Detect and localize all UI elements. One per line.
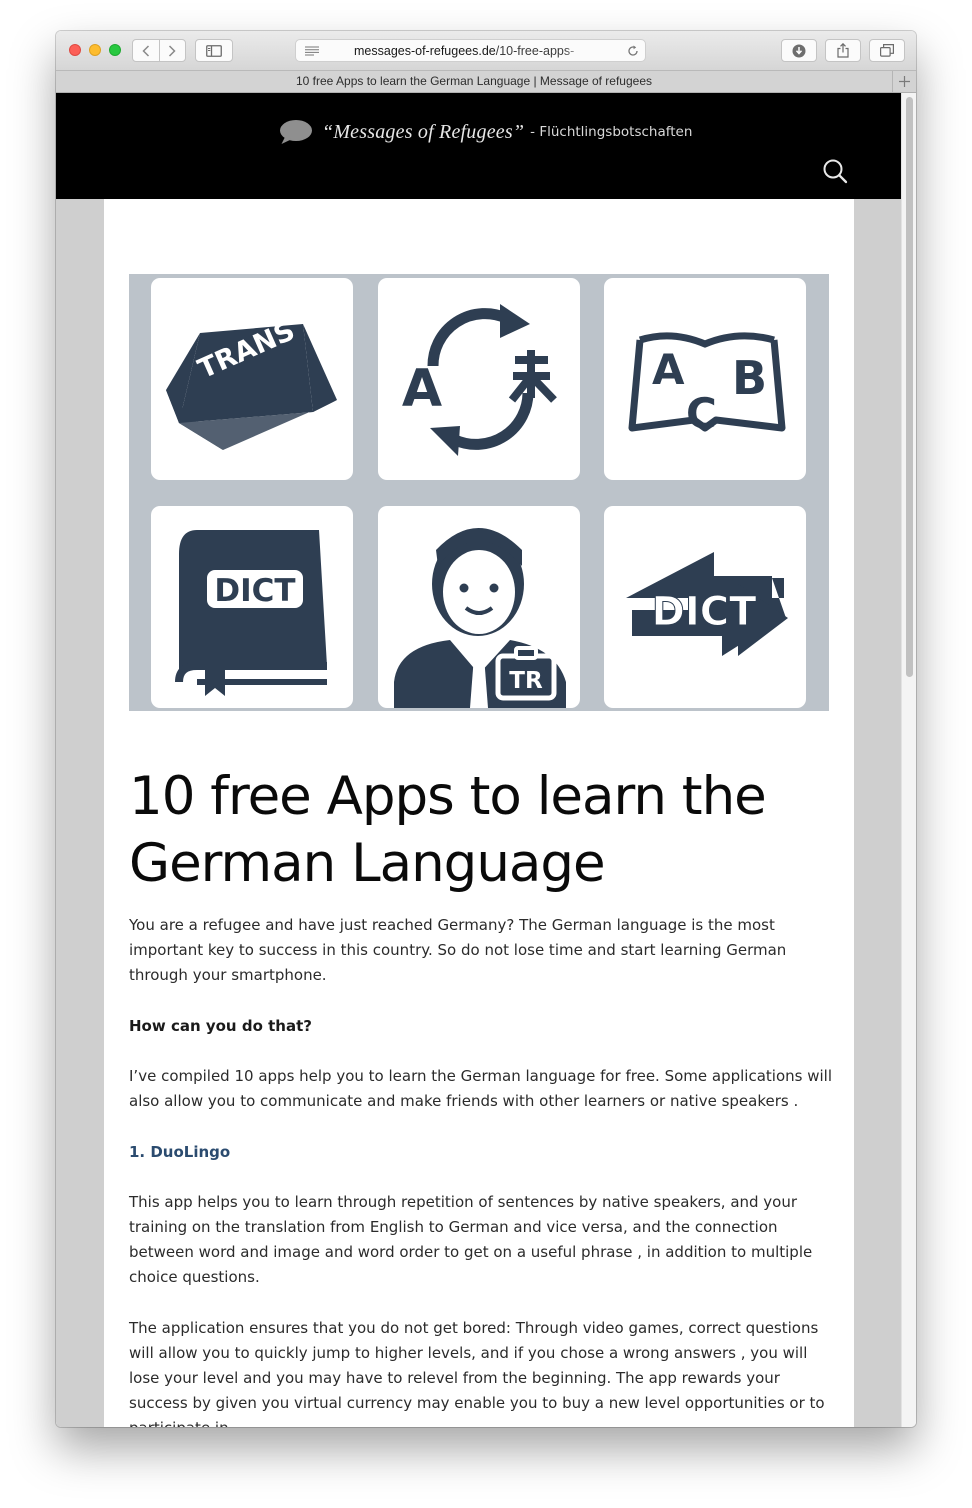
subheading: How can you do that? (129, 1017, 312, 1035)
active-tab[interactable]: 10 free Apps to learn the German Languag… (56, 71, 892, 92)
maximize-window-button[interactable] (109, 44, 121, 56)
close-window-button[interactable] (69, 44, 81, 56)
speech-bubble-icon (280, 120, 312, 144)
keyboard-key-icon: TRANS (166, 315, 337, 450)
tile-dictionary-arrow: DICT (604, 506, 806, 708)
url-domain: messages-of-refugees.de (354, 44, 496, 58)
web-page: “Messages of Refugees” - Flüchtlingsbots… (56, 93, 901, 1427)
translate-arrows-icon: A (402, 304, 557, 456)
minimize-window-button[interactable] (89, 44, 101, 56)
navigation-buttons (132, 39, 186, 62)
letter-a: A (402, 359, 442, 419)
browser-toolbar: messages-of-refugees.de/10-free-apps- (56, 31, 916, 70)
site-subtitle: - Flüchtlingsbotschaften (530, 124, 693, 140)
paragraph-3: This app helps you to learn through repe… (129, 1193, 813, 1286)
site-logo-link[interactable]: “Messages of Refugees” - Flüchtlingsbots… (279, 119, 692, 145)
downloads-button[interactable] (781, 39, 817, 62)
url-fade (564, 42, 586, 60)
tile-translate-key: TRANS (151, 278, 353, 480)
dictionary-arrow-icon: DICT (626, 552, 788, 656)
back-button[interactable] (133, 40, 159, 61)
show-tabs-button[interactable] (869, 39, 905, 62)
translator-person-icon: TR (394, 528, 566, 708)
scrollbar-thumb[interactable] (906, 97, 913, 677)
tabs-icon (880, 44, 894, 57)
abc-book-icon: ACB (628, 332, 786, 438)
url-path: /10-free-apps- (495, 44, 575, 58)
address-bar[interactable]: messages-of-refugees.de/10-free-apps- (295, 39, 646, 62)
dict-arrow-label: DICT (652, 589, 757, 635)
tile-translator-person: TR (378, 506, 580, 708)
dict-label: DICT (214, 573, 295, 609)
back-icon (142, 44, 149, 57)
url-text: messages-of-refugees.de/10-free-apps- (354, 44, 584, 59)
new-tab-button[interactable] (892, 71, 916, 92)
dictionary-book-icon: DICT (175, 530, 327, 696)
site-header: “Messages of Refugees” - Flüchtlingsbots… (56, 93, 901, 199)
forward-button[interactable] (160, 40, 186, 61)
browser-window: messages-of-refugees.de/10-free-apps- 10… (56, 31, 916, 1427)
hero-image: TRANS A ACB DICT TR DICT (129, 274, 829, 711)
tile-translate-arrows: A (378, 278, 580, 480)
reload-icon[interactable] (627, 45, 639, 57)
paragraph-2: I’ve compiled 10 apps help you to learn … (129, 1067, 832, 1110)
tile-dictionary-book: DICT (151, 506, 353, 708)
tab-bar: 10 free Apps to learn the German Languag… (56, 70, 916, 93)
plus-icon (899, 76, 910, 87)
paragraph-4: The application ensures that you do not … (129, 1319, 825, 1427)
sidebar-icon (206, 44, 222, 57)
section-heading-duolingo[interactable]: 1. DuoLingo (129, 1140, 834, 1165)
sidebar-button[interactable] (195, 39, 233, 62)
tr-label: TR (509, 668, 543, 694)
article-content: TRANS A ACB DICT TR DICT 10 free Apps to… (104, 199, 854, 1427)
tile-abc-book: ACB (604, 278, 806, 480)
article-title: 10 free Apps to learn the German Languag… (129, 766, 767, 894)
intro-paragraph: You are a refugee and have just reached … (129, 916, 787, 984)
site-title: “Messages of Refugees” (322, 120, 525, 143)
forward-icon (169, 44, 176, 57)
share-button[interactable] (825, 39, 861, 62)
share-icon (837, 43, 849, 58)
scrollbar[interactable] (901, 93, 916, 1427)
download-icon (792, 44, 806, 57)
reader-icon[interactable] (305, 46, 319, 56)
search-icon[interactable] (820, 157, 850, 187)
